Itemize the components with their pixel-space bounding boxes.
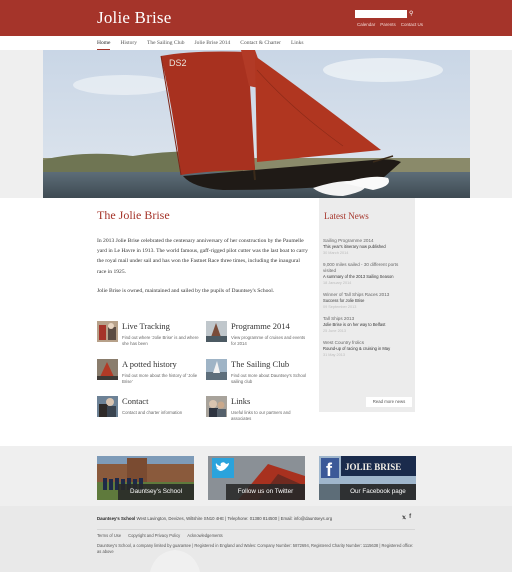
news-item[interactable]: Winner of Tall Ships Races 2013 Success … <box>323 292 411 310</box>
utility-links: Calendar Parents Contact Us <box>357 22 423 27</box>
news-item[interactable]: West Country frolics Round-up of racing … <box>323 340 411 358</box>
tile-sailing-club[interactable]: The Sailing Club Find out more about Dau… <box>206 359 311 389</box>
parents-link[interactable]: Parents <box>380 22 396 27</box>
sailing-club-icon <box>206 359 227 380</box>
intro-paragraph: In 2013 Jolie Brise celebrated the cente… <box>97 238 308 275</box>
nav-contact-charter[interactable]: Contact & Charter <box>240 40 281 50</box>
promo-label: Our Facebook page <box>340 484 416 500</box>
tile-description: Find out more about Dauntsey's School sa… <box>231 373 307 384</box>
footer-school-name: Dauntsey's School <box>97 516 136 521</box>
news-date: 31 May 2013 <box>323 353 345 357</box>
news-item[interactable]: 9,000 miles sailed - 30 different ports … <box>323 262 411 286</box>
tile-links[interactable]: Links Useful links to our partners and a… <box>206 396 311 426</box>
copyright-privacy-link[interactable]: Copyright and Privacy Policy <box>128 533 180 538</box>
facebook-banner-text: JOLIE BRISE <box>345 462 401 472</box>
intro-paragraph: Jolie Brise is owned, maintained and sai… <box>97 287 275 294</box>
news-date: 09 September 2013 <box>323 305 357 309</box>
footer-address-text: West Lavington, Devizes, Wiltshire SN10 … <box>136 516 333 521</box>
hero-image: DS2 <box>43 50 470 198</box>
tile-title: Contact <box>122 396 149 406</box>
nav-sailing-club[interactable]: The Sailing Club <box>147 40 185 50</box>
main-nav: Home History The Sailing Club Jolie Bris… <box>0 36 512 50</box>
tile-description: Contact and charter information <box>122 410 183 415</box>
search-input[interactable] <box>355 10 407 18</box>
tile-description: View programme of cruises and events for… <box>231 335 306 346</box>
facebook-icon: f <box>326 460 333 480</box>
sailing-boat-photo: DS2 <box>43 50 470 198</box>
tile-contact[interactable]: Contact Contact and charter information <box>97 396 202 426</box>
promo-facebook[interactable]: f JOLIE BRISE Our Facebook page <box>319 456 416 500</box>
nav-history[interactable]: History <box>120 40 137 50</box>
tile-potted-history[interactable]: A potted history Find out more about the… <box>97 359 202 389</box>
tracking-icon <box>97 321 118 342</box>
tile-description: Find out more about the history of 'Joli… <box>122 373 198 384</box>
promo-dauntseys-school[interactable]: Dauntsey's School <box>97 456 194 500</box>
footer-divider <box>97 529 415 530</box>
calendar-link[interactable]: Calendar <box>357 22 375 27</box>
news-date: 18 January 2014 <box>323 281 352 285</box>
tile-description: Useful links to our partners and associa… <box>231 410 291 421</box>
sail-number: DS2 <box>169 58 187 68</box>
news-date: 25 June 2013 <box>323 329 347 333</box>
latest-news-sidebar: Latest News Sailing Programme 2014 This … <box>319 198 415 412</box>
read-more-news-button[interactable]: Read more news <box>366 397 412 407</box>
news-list: Sailing Programme 2014 This year's itine… <box>323 238 411 364</box>
sidebar-title: Latest News <box>324 211 369 221</box>
promo-label: Follow us on Twitter <box>226 484 305 500</box>
news-item[interactable]: Tall Ships 2013 Jolie Brise is on her wa… <box>323 316 411 334</box>
footer-address: Dauntsey's School West Lavington, Devize… <box>97 516 332 521</box>
twitter-icon[interactable]: 𝕩 <box>402 514 406 521</box>
history-icon <box>97 359 118 380</box>
promo-twitter[interactable]: Follow us on Twitter <box>208 456 305 500</box>
footer-links: Terms of Use Copyright and Privacy Polic… <box>97 533 223 538</box>
nav-links[interactable]: Links <box>291 40 304 50</box>
contact-us-link[interactable]: Contact Us <box>401 22 423 27</box>
tile-title: Programme 2014 <box>231 321 290 331</box>
news-date: 30 March 2014 <box>323 251 349 255</box>
news-item[interactable]: Sailing Programme 2014 This year's itine… <box>323 238 411 256</box>
contact-icon <box>97 396 118 417</box>
tile-live-tracking[interactable]: Live Tracking Find out where 'Jolie Bris… <box>97 321 202 351</box>
programme-icon <box>206 321 227 342</box>
site-title[interactable]: Jolie Brise <box>97 8 171 28</box>
tile-description: Find out where 'Jolie Brise' is and wher… <box>122 335 199 346</box>
site-header: Jolie Brise ⚲ Calendar Parents Contact U… <box>0 0 512 36</box>
terms-of-use-link[interactable]: Terms of Use <box>97 533 121 538</box>
promo-label: Dauntsey's School <box>118 484 194 500</box>
tile-title: Live Tracking <box>122 321 170 331</box>
news-title[interactable]: 9,000 miles sailed - 30 different ports … <box>323 262 411 274</box>
acknowledgements-link[interactable]: Acknowledgements <box>187 533 223 538</box>
intro-text: In 2013 Jolie Brise celebrated the cente… <box>97 236 309 305</box>
tile-title: A potted history <box>122 359 177 369</box>
site-footer: Dauntsey's School West Lavington, Devize… <box>0 506 512 572</box>
tile-title: Links <box>231 396 251 406</box>
search-icon[interactable]: ⚲ <box>409 10 415 18</box>
tile-title: The Sailing Club <box>231 359 290 369</box>
facebook-icon[interactable]: f <box>409 514 411 521</box>
search-box: ⚲ <box>355 10 413 19</box>
nav-jolie-brise-2014[interactable]: Jolie Brise 2014 <box>195 40 231 50</box>
links-icon <box>206 396 227 417</box>
school-crest-watermark <box>150 550 200 572</box>
social-links: 𝕩 f <box>402 514 411 521</box>
page-title: The Jolie Brise <box>97 208 170 222</box>
nav-home[interactable]: Home <box>97 40 111 50</box>
tile-programme-2014[interactable]: Programme 2014 View programme of cruises… <box>206 321 311 351</box>
